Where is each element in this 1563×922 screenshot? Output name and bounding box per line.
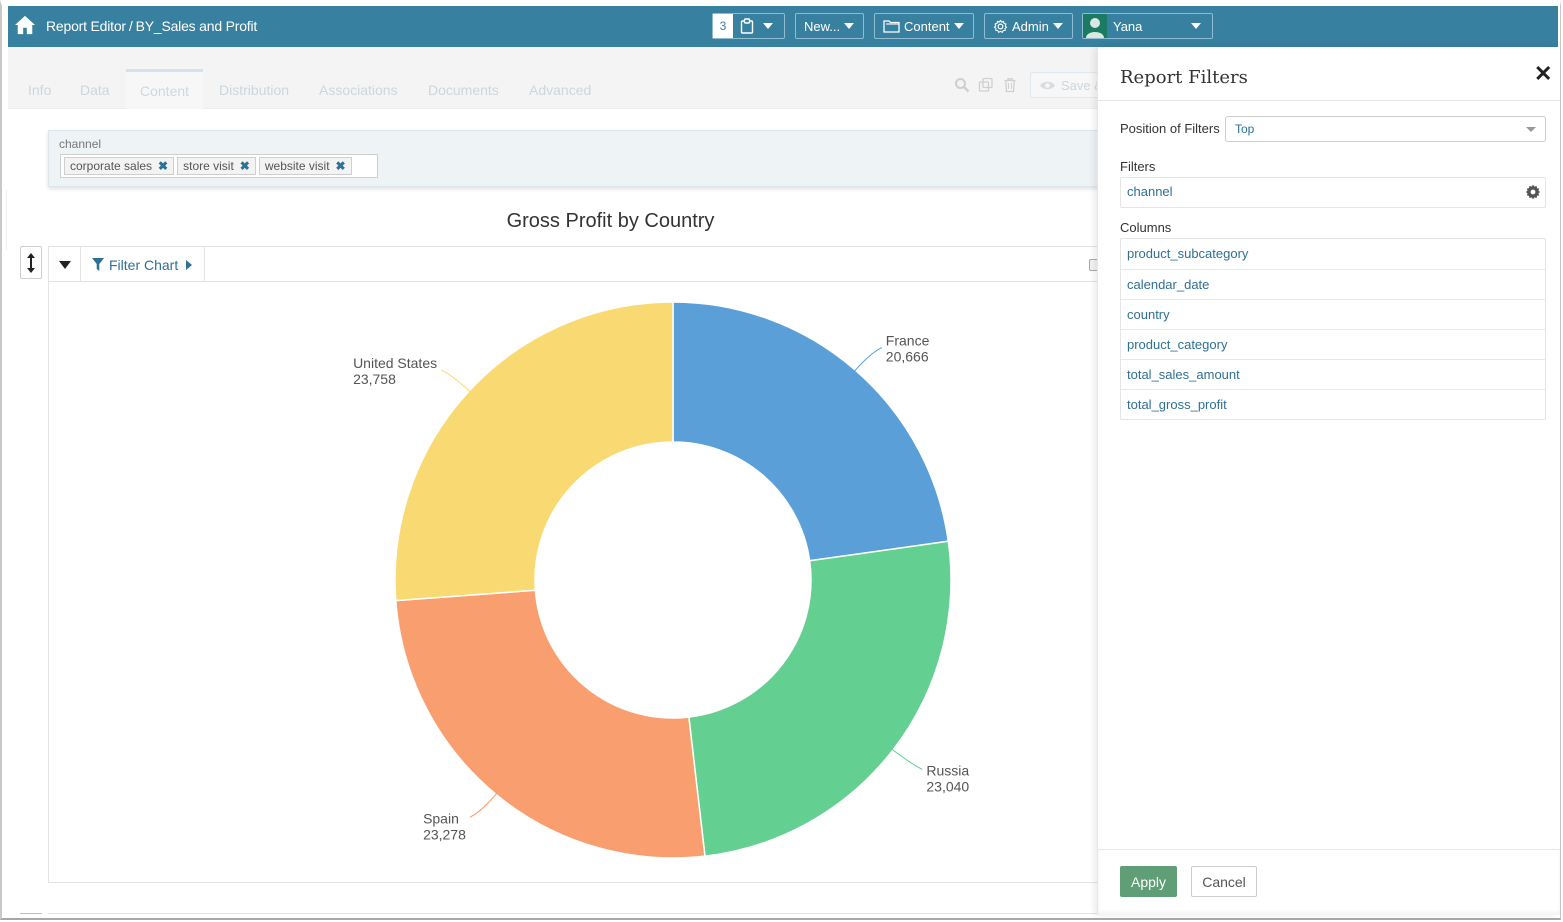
leader-line: [440, 369, 472, 393]
user-name: Yana: [1113, 18, 1143, 34]
position-of-filters-value: Top: [1235, 122, 1255, 136]
divider: [48, 913, 1108, 914]
position-of-filters-label: Position of Filters: [1120, 121, 1220, 136]
user-menu-button[interactable]: Yana: [1082, 13, 1213, 39]
chevron-down-icon: [1191, 23, 1201, 29]
column-item[interactable]: total_sales_amount: [1121, 359, 1545, 389]
filter-item-label: channel: [1127, 184, 1173, 199]
slice-category-label: France: [886, 333, 930, 349]
slice-category-label: Russia: [926, 762, 969, 778]
cancel-button[interactable]: Cancel: [1191, 866, 1257, 897]
divider: [20, 913, 42, 914]
panel-title: Report Filters: [1120, 67, 1248, 88]
filter-item[interactable]: channel: [1120, 177, 1546, 208]
leader-line: [853, 347, 883, 373]
chevron-down-icon: [1526, 127, 1536, 132]
leader-line: [891, 748, 923, 770]
divider: [1098, 100, 1560, 101]
pie-slice-russia[interactable]: [688, 540, 952, 857]
slice-category-label: Spain: [423, 810, 459, 826]
columns-list: product_subcategory calendar_date countr…: [1120, 238, 1546, 420]
column-item[interactable]: total_gross_profit: [1121, 389, 1545, 419]
panel-footer: Apply Cancel: [1098, 849, 1560, 915]
donut-chart: France20,666 Russia23,040 Spain23,278 Unite…: [353, 301, 969, 859]
column-item[interactable]: country: [1121, 299, 1545, 329]
apply-button[interactable]: Apply: [1120, 866, 1177, 897]
filters-label: Filters: [1120, 159, 1156, 174]
column-item[interactable]: product_subcategory: [1121, 239, 1545, 269]
slice-category-label: United States: [353, 355, 437, 371]
gear-icon[interactable]: [1525, 184, 1541, 200]
close-icon[interactable]: ✕: [1534, 61, 1552, 87]
slice-value-label: 23,758: [353, 371, 396, 387]
report-filters-panel: Report Filters ✕ Position of Filters Top…: [1097, 47, 1560, 915]
leader-line: [469, 792, 498, 818]
slice-value-label: 23,278: [423, 826, 466, 842]
pie-slice-united-states[interactable]: [394, 301, 674, 602]
column-item[interactable]: calendar_date: [1121, 269, 1545, 299]
position-of-filters-select[interactable]: Top: [1225, 116, 1546, 142]
slice-value-label: 23,040: [926, 778, 969, 794]
slice-value-label: 20,666: [886, 349, 929, 365]
columns-label: Columns: [1120, 220, 1172, 235]
column-item[interactable]: product_category: [1121, 329, 1545, 359]
